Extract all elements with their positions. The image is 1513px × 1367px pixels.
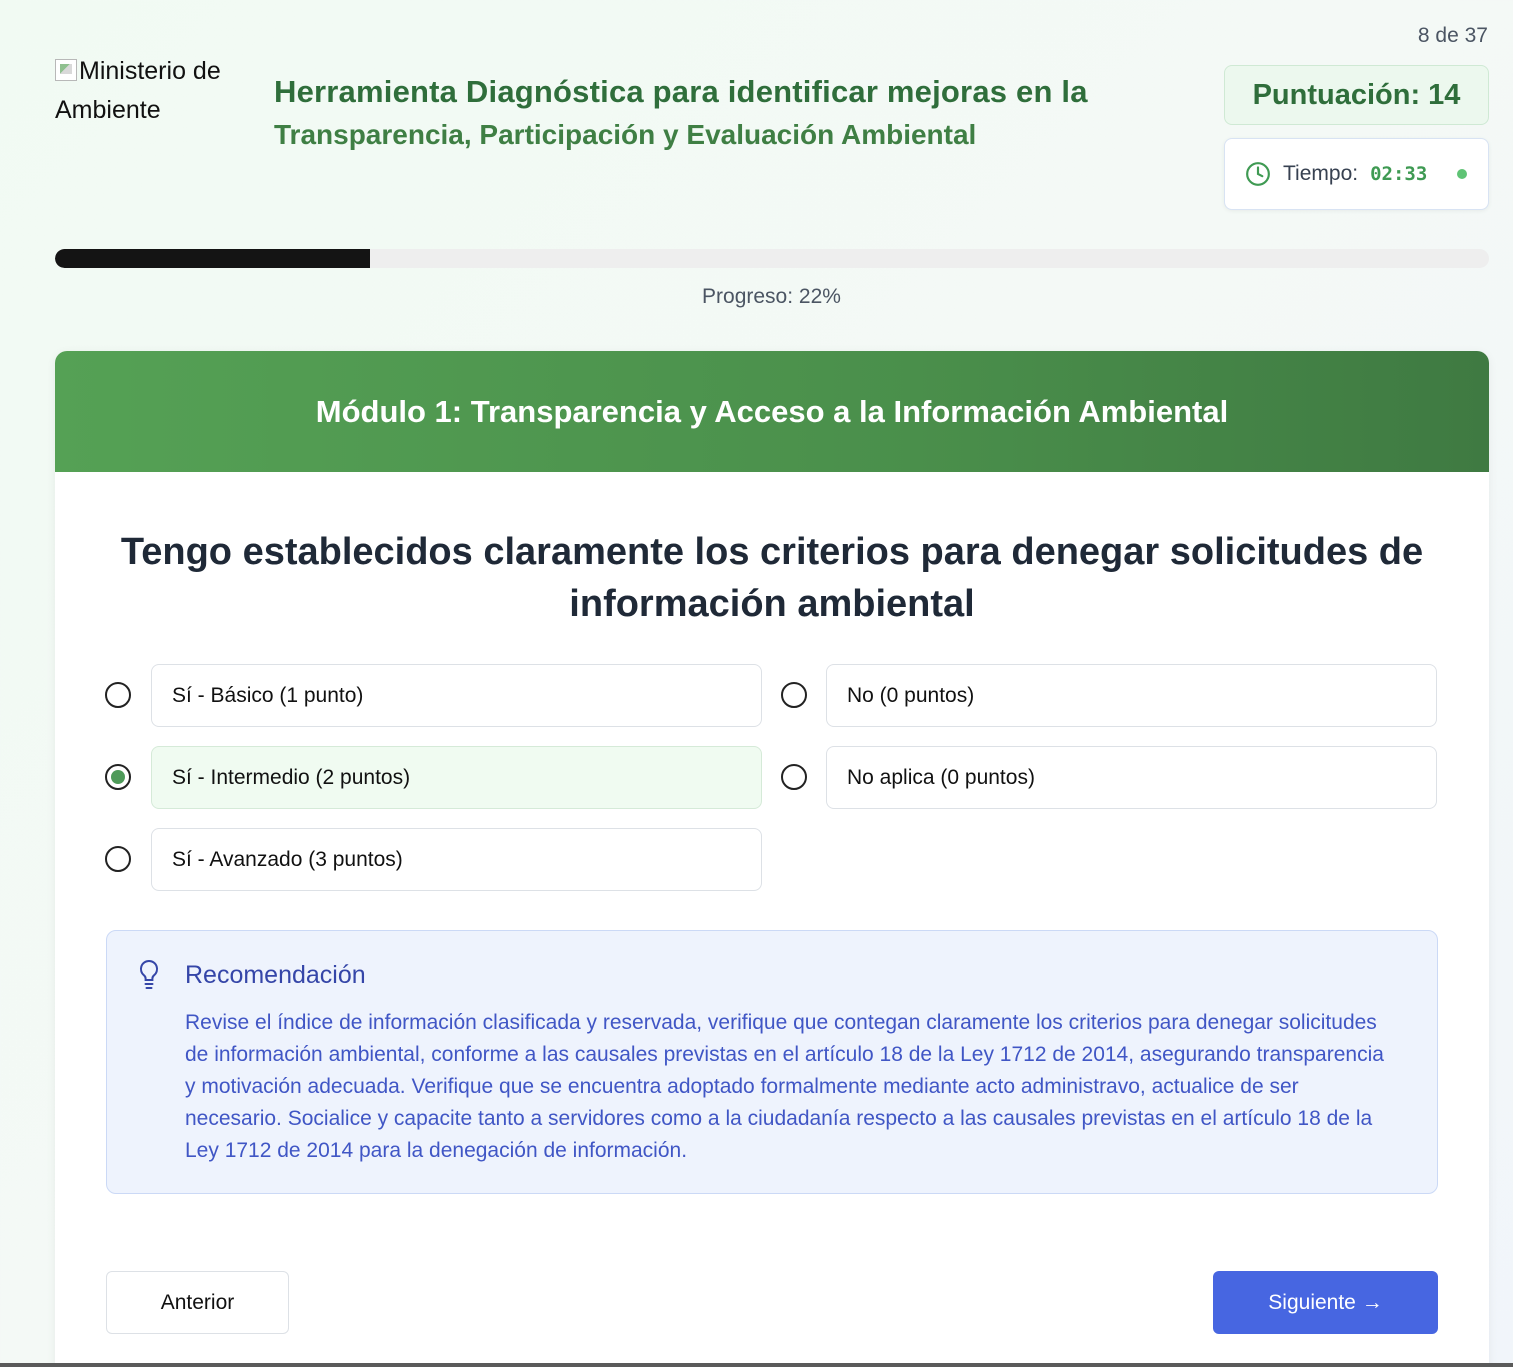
score-text: Puntuación: 14 [1252,78,1461,111]
option-label-si-basico[interactable]: Sí - Básico (1 punto) [151,664,762,727]
progress-label: Progreso: 22% [702,285,841,308]
radio-button[interactable] [105,682,131,708]
option-no[interactable] [781,682,807,708]
option-label-si-intermedio[interactable]: Sí - Intermedio (2 puntos) [151,746,762,809]
next-button[interactable]: Siguiente → [1213,1271,1438,1334]
recommendation-panel: Recomendación Revise el índice de inform… [106,930,1438,1194]
score-badge: Puntuación: 14 [1224,65,1489,125]
question-card: Módulo 1: Transparencia y Acceso a la In… [55,351,1489,1367]
previous-button[interactable]: Anterior [106,1271,289,1334]
radio-button[interactable] [105,846,131,872]
window-bottom-edge [0,1363,1513,1367]
recommendation-title: Recomendación [185,961,366,989]
radio-button[interactable] [781,682,807,708]
broken-image-icon [55,59,77,81]
timer-label: Tiempo: [1283,162,1359,185]
option-si-avanzado[interactable] [105,846,131,872]
recommendation-body: Revise el índice de información clasific… [185,1011,1384,1162]
option-no-aplica[interactable] [781,764,807,790]
option-si-intermedio[interactable] [105,764,131,790]
lightbulb-icon [139,959,159,989]
ministry-logo: Ministerio de Ambiente [55,52,255,130]
option-label-si-avanzado[interactable]: Sí - Avanzado (3 puntos) [151,828,762,891]
timer-running-indicator [1457,169,1468,179]
radio-button-selected[interactable] [105,764,131,790]
module-title: Módulo 1: Transparencia y Acceso a la In… [315,393,1229,429]
option-si-basico[interactable] [105,682,131,708]
question-text: Tengo establecidos claramente los criter… [120,531,1424,625]
progress-bar [55,249,1489,268]
logo-alt-text: Ministerio de Ambiente [55,57,221,124]
app-title-line2: Transparencia, Participación y Evaluació… [274,119,977,150]
timer-value: 02:33 [1370,163,1428,185]
module-header: Módulo 1: Transparencia y Acceso a la In… [55,351,1489,472]
option-label-no[interactable]: No (0 puntos) [826,664,1437,727]
question-counter: 8 de 37 [1417,24,1488,47]
app-title-line1: Herramienta Diagnóstica para identificar… [274,74,1088,109]
option-label-no-aplica[interactable]: No aplica (0 puntos) [826,746,1437,809]
progress-bar-fill [55,249,371,268]
radio-button[interactable] [781,764,807,790]
timer-panel: Tiempo: 02:33 [1224,138,1489,210]
clock-icon [1246,162,1270,186]
